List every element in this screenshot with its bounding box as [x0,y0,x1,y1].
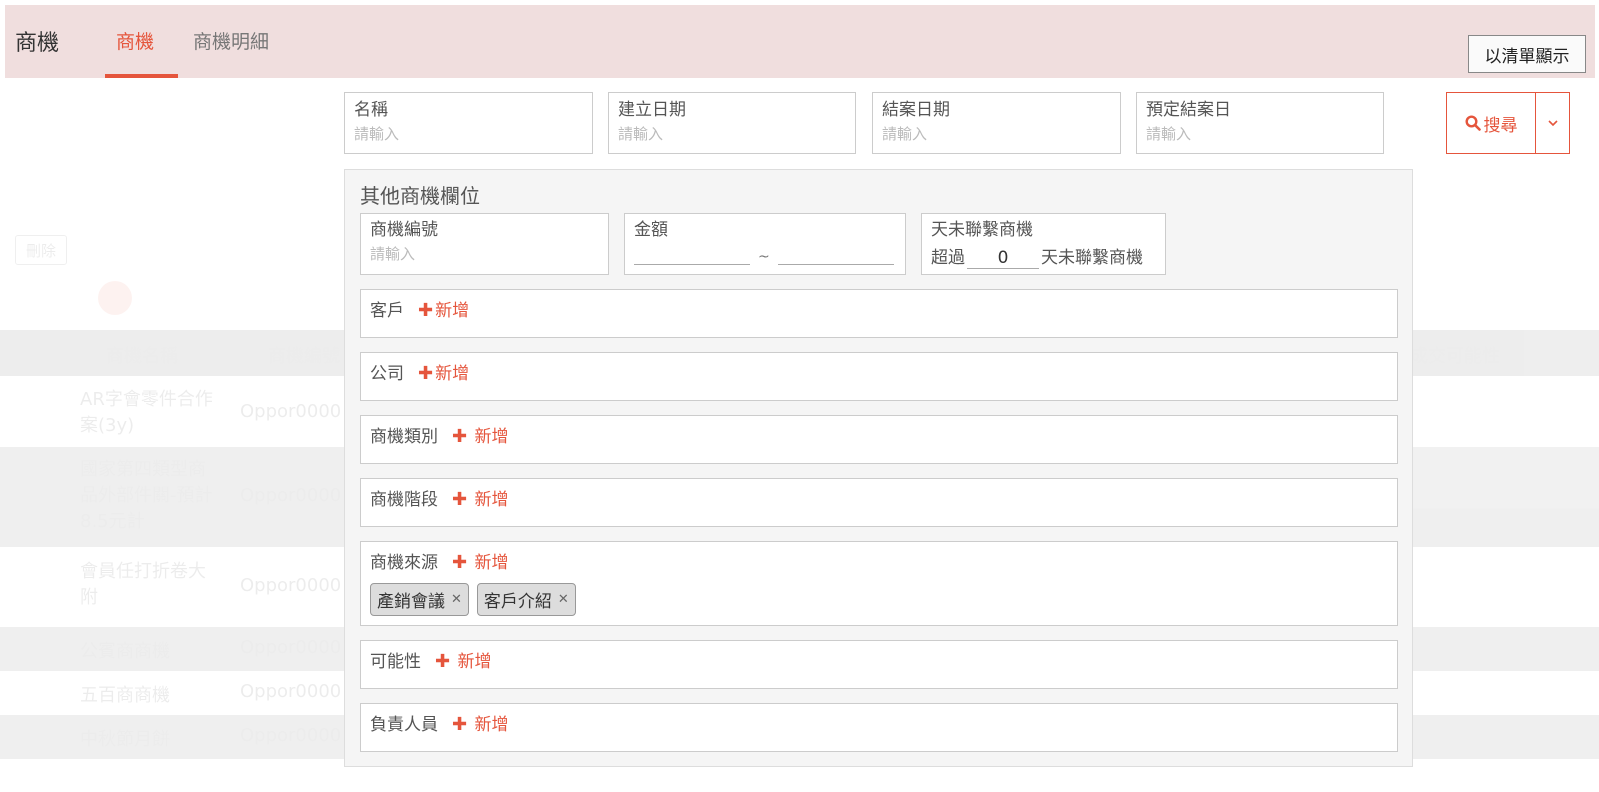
probability-label: 可能性 [370,652,421,672]
probability-filter: 可能性 ✚ 新增 [360,640,1398,689]
close-icon[interactable]: ✕ [558,592,569,607]
opp-number-field: 商機編號 [360,213,609,275]
opp-number-input[interactable] [370,244,599,264]
opp-stage-label: 商機階段 [370,490,438,510]
amount-separator: ~ [758,249,770,265]
search-button[interactable]: 搜尋 [1446,92,1536,154]
owner-label: 負責人員 [370,715,438,735]
add-opp-stage-button[interactable]: ✚ 新增 [452,489,509,510]
owner-filter: 負責人員 ✚ 新增 [360,703,1398,752]
add-label: 新增 [474,427,509,447]
chip-label: 客戶介紹 [483,592,552,612]
add-probability-button[interactable]: ✚ 新增 [435,651,492,672]
page-title: 商機 [15,31,60,56]
row-code: Oppor0000 [240,637,342,658]
opp-category-filter: 商機類別 ✚ 新增 [360,415,1398,464]
customer-filter: 客戶 ✚ 新增 [360,289,1398,338]
add-company-button[interactable]: ✚ 新增 [418,363,470,384]
row-name: 公賓商商機 [80,641,170,662]
header-probability: 成交可能性 [1410,346,1500,367]
tab-opportunity-detail[interactable]: 商機明細 [193,27,269,54]
amount-max-input[interactable] [777,245,894,265]
add-label: 新增 [457,652,492,672]
list-view-button[interactable]: 以清單顯示 [1468,35,1586,73]
company-label: 公司 [370,364,404,384]
opp-source-filter: 商機來源 ✚ 新增 產銷會議 ✕ 客戶介紹 ✕ [360,541,1398,626]
add-label: 新增 [474,553,509,573]
close-icon[interactable]: ✕ [451,592,462,607]
search-options-toggle[interactable] [1535,92,1570,154]
row-name: 五百商商機 [80,685,170,706]
created-date-input[interactable] [618,124,846,144]
amount-label: 金額 [634,220,668,240]
name-field-label: 名稱 [354,100,388,120]
add-label: 新增 [474,715,509,735]
pager-indicator [98,281,132,315]
top-bar: 商機 商機 商機明細 [5,5,1595,78]
plus-icon: ✚ [452,714,468,735]
chip-label: 產銷會議 [377,592,445,612]
active-tab-indicator [105,74,178,78]
add-opp-category-button[interactable]: ✚ 新增 [452,426,509,447]
closed-date-label: 結案日期 [882,100,950,120]
source-chip: 產銷會議 ✕ [370,583,469,616]
company-filter: 公司 ✚ 新增 [360,352,1398,401]
search-icon [1464,115,1481,131]
search-button-label: 搜尋 [1483,115,1518,136]
plus-icon: ✚ [452,552,468,573]
created-date-field: 建立日期 [608,92,856,154]
row-code: Oppor0000 [240,401,342,422]
add-label: 新增 [435,364,470,384]
expected-close-label: 預定結案日 [1146,100,1231,120]
add-label: 新增 [474,490,509,510]
opp-number-label: 商機編號 [370,220,438,240]
no-contact-days-input[interactable]: 0 [967,248,1039,269]
header-opp-name: 商機名稱 [106,346,178,367]
row-code: Oppor0000 [240,725,342,746]
delete-button: 刪除 [15,235,67,265]
row-name: AR字會零件合作案(3y) [80,389,213,436]
closed-date-field: 結案日期 [872,92,1121,154]
customer-label: 客戶 [370,301,404,321]
plus-icon: ✚ [418,363,434,384]
created-date-label: 建立日期 [618,100,686,120]
row-code: Oppor0000 [240,485,342,506]
row-code: Oppor0000 [240,575,342,596]
no-contact-suffix: 天未聯繫商機 [1041,248,1143,268]
row-name: 中秋節月餅 [80,729,170,750]
opp-category-label: 商機類別 [370,427,438,447]
source-chip: 客戶介紹 ✕ [476,583,576,616]
row-code: Oppor0000 [240,681,342,702]
amount-field: 金額 ~ [624,213,906,275]
plus-icon: ✚ [418,300,434,321]
name-input[interactable] [354,124,583,144]
expected-close-field: 預定結案日 [1136,92,1384,154]
plus-icon: ✚ [435,651,451,672]
chevron-down-icon [1547,120,1558,127]
add-owner-button[interactable]: ✚ 新增 [452,714,509,735]
amount-min-input[interactable] [634,245,750,265]
name-field: 名稱 [344,92,593,154]
plus-icon: ✚ [452,489,468,510]
other-fields-panel: 其他商機欄位 商機編號 金額 ~ 天未聯繫商機 超過0天未聯繫商機 客戶✚新增 … [344,169,1413,767]
closed-date-input[interactable] [882,124,1111,144]
tab-opportunity[interactable]: 商機 [116,27,154,54]
row-name: 會員任打折卷大附 [80,561,206,608]
no-contact-field: 天未聯繫商機 超過 0 天未聯繫商機 [921,213,1166,275]
add-label: 新增 [435,301,470,321]
plus-icon: ✚ [452,426,468,447]
expected-close-input[interactable] [1146,124,1374,144]
add-opp-source-button[interactable]: ✚ 新增 [452,552,509,573]
opp-source-label: 商機來源 [370,553,438,573]
row-name: 國家第四類型商品外部件關-預計8.5元計 [80,459,213,532]
panel-title: 其他商機欄位 [360,184,480,208]
no-contact-prefix: 超過 [931,248,965,268]
opp-stage-filter: 商機階段 ✚ 新增 [360,478,1398,527]
add-customer-button[interactable]: ✚ 新增 [418,300,470,321]
no-contact-label: 天未聯繫商機 [931,220,1033,240]
header-opp-code: 商機編號 [268,346,340,367]
